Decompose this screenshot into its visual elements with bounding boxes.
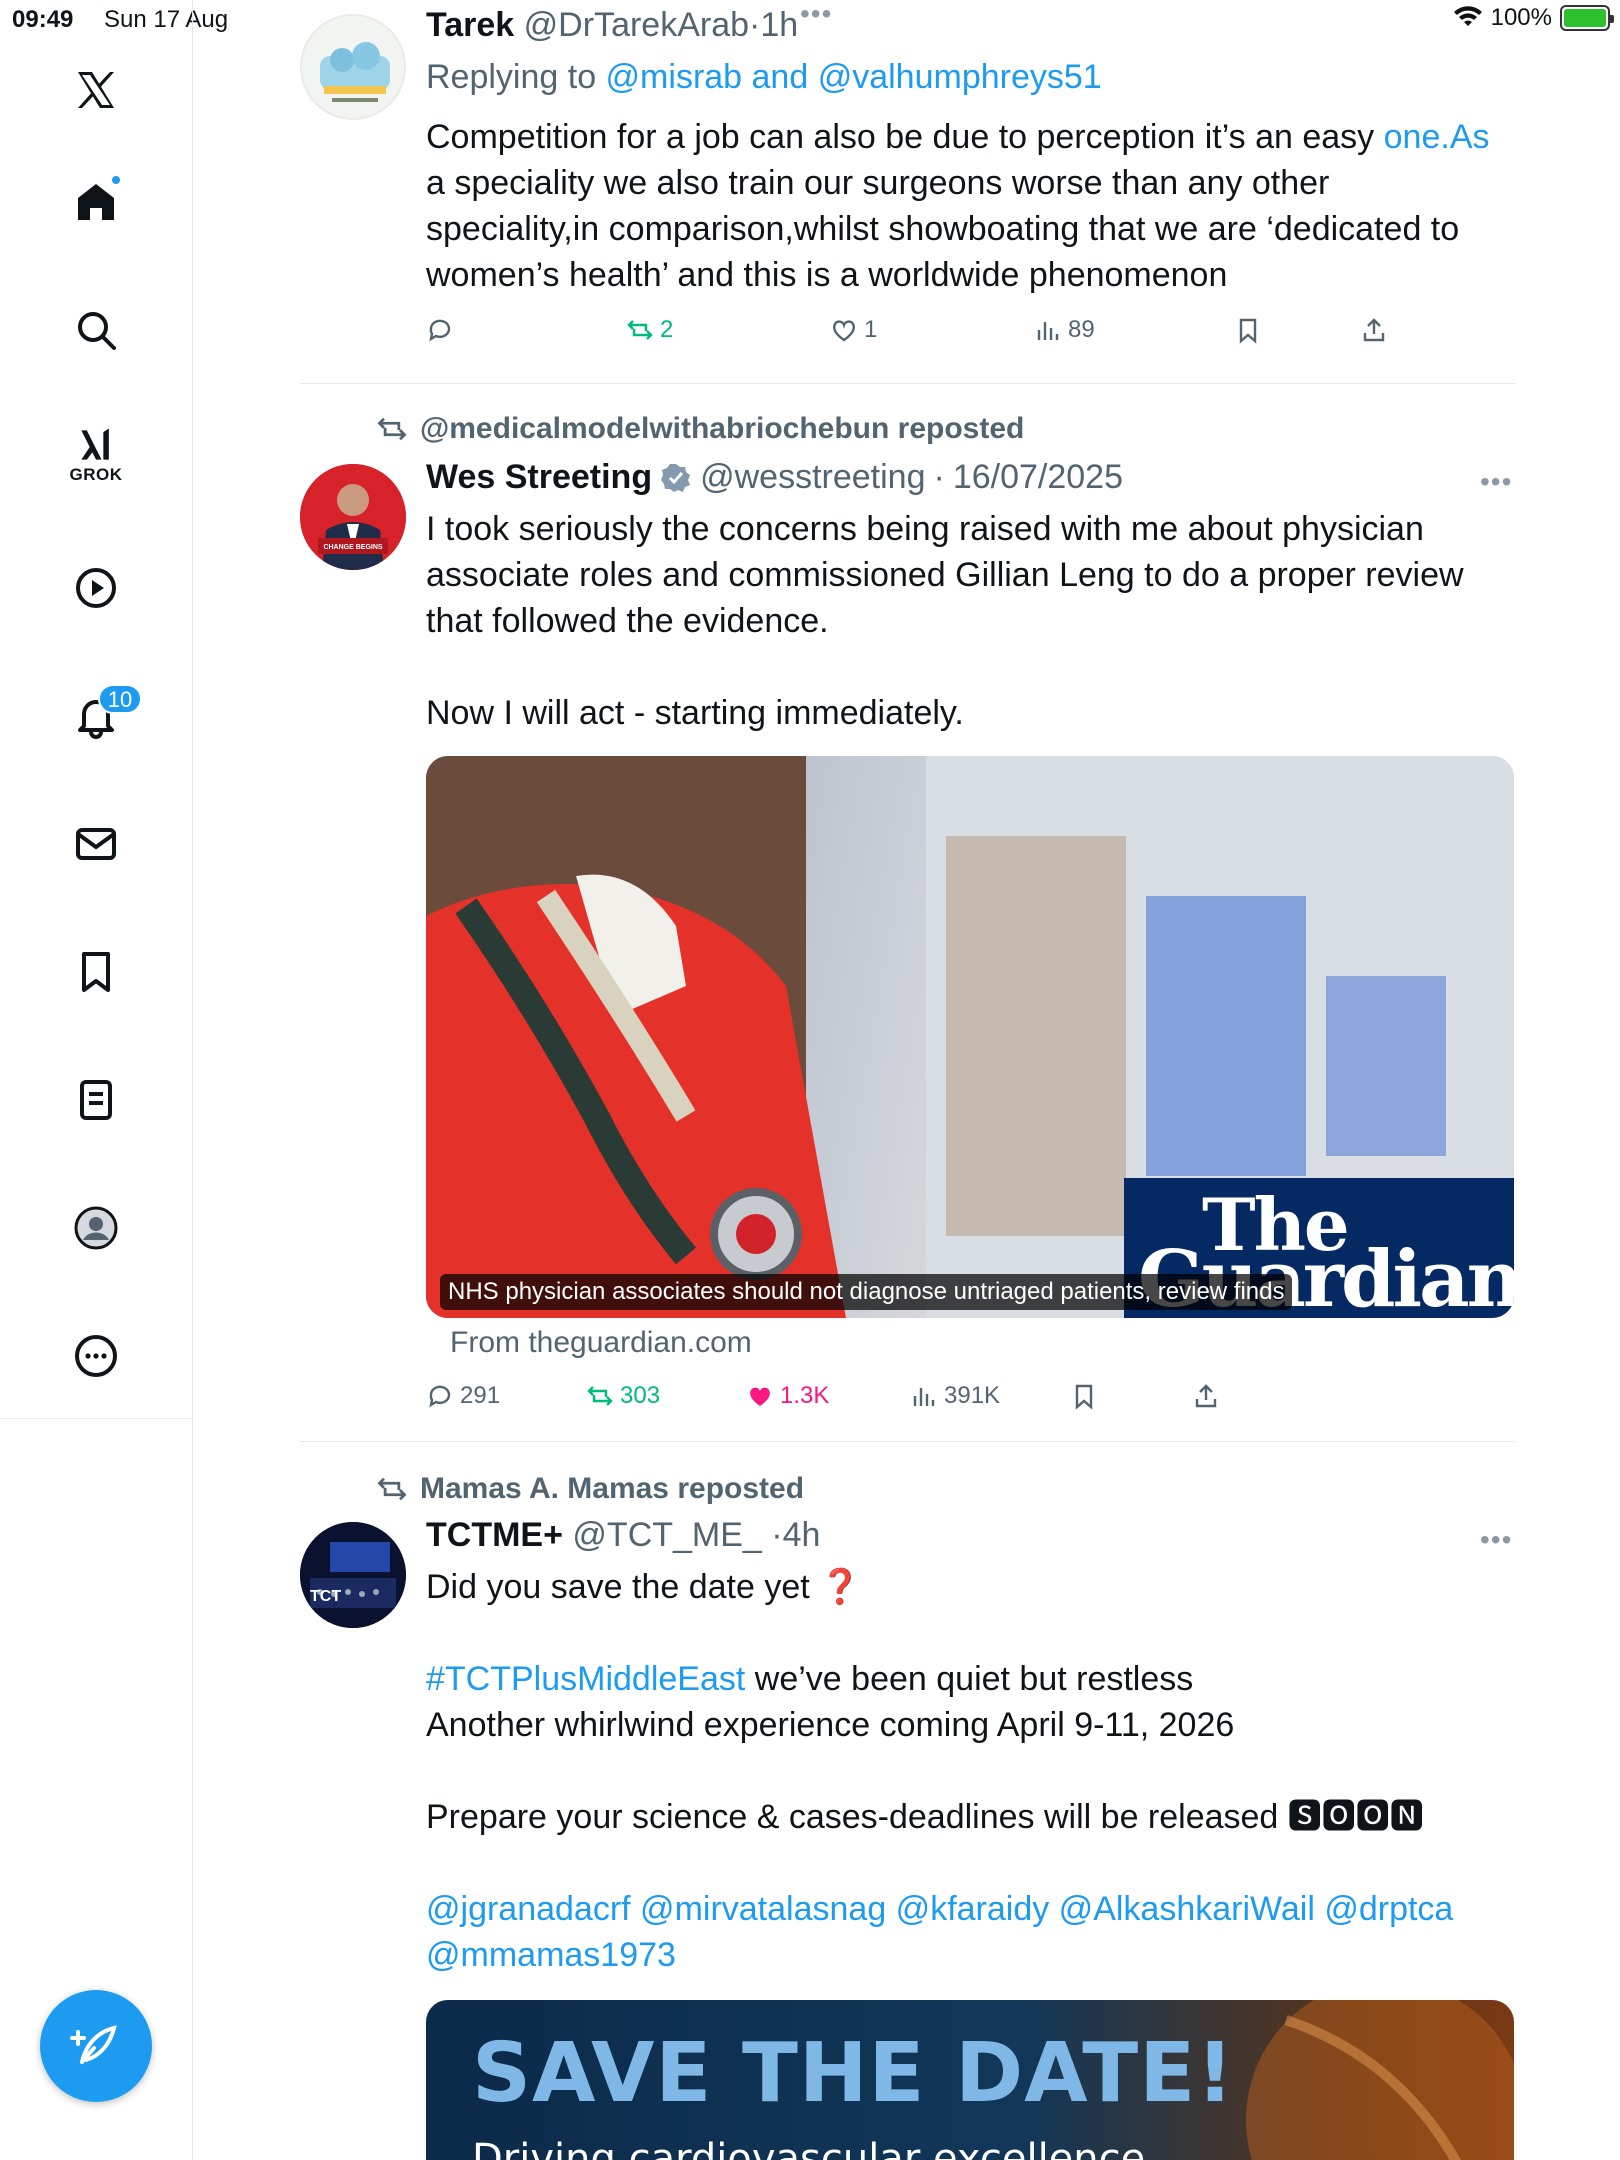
tweet-divider — [300, 383, 1515, 384]
link-card-image[interactable]: The Guardian NHS physician associates sh… — [426, 756, 1514, 1318]
sidebar-divider — [0, 1418, 193, 1419]
tweet-divider — [300, 1441, 1515, 1442]
views-button[interactable]: 89 — [1034, 316, 1095, 344]
tweet-text: Did you save the date yet ❓ #TCTPlusMidd… — [426, 1564, 1506, 1978]
replying-to: Replying to @misrab and @valhumphreys51 — [426, 58, 1102, 96]
bookmarks-icon[interactable] — [56, 932, 136, 1012]
grok-label: GROK — [69, 465, 123, 484]
like-count: 1 — [864, 316, 878, 343]
home-icon[interactable] — [56, 162, 136, 242]
reply-button[interactable] — [426, 316, 454, 344]
grok-icon[interactable]: GROK — [56, 414, 136, 494]
tweet-time[interactable]: 16/07/2025 — [953, 458, 1123, 497]
repost-count: 2 — [660, 316, 674, 343]
lists-icon[interactable] — [56, 1060, 136, 1140]
notifications-badge: 10 — [98, 684, 142, 714]
author-name[interactable]: Tarek — [426, 6, 514, 44]
repost-icon — [377, 1477, 407, 1501]
battery-icon — [1560, 5, 1614, 31]
tweet-avatar[interactable]: TCT — [300, 1522, 406, 1628]
heart-icon — [832, 320, 856, 342]
banner-title: SAVE THE DATE! — [472, 2026, 1235, 2121]
compose-icon — [70, 2025, 117, 2064]
more-icon[interactable] — [56, 1316, 136, 1396]
avatar-text: TCT — [310, 1588, 342, 1605]
share-icon — [1363, 318, 1385, 342]
share-button[interactable] — [1360, 316, 1388, 344]
profile-icon[interactable] — [56, 1188, 136, 1268]
like-button[interactable]: 1 — [830, 316, 877, 344]
views-count: 89 — [1068, 316, 1095, 343]
question-emoji: ❓ — [819, 1568, 862, 1606]
status-right: 100% — [1453, 4, 1614, 32]
search-icon[interactable] — [56, 290, 136, 370]
tweet-more-icon[interactable]: ••• — [800, 0, 832, 30]
link-card-source[interactable]: From theguardian.com — [450, 1326, 752, 1360]
views-count: 391K — [944, 1382, 1001, 1409]
views-button[interactable]: 391K — [910, 1382, 1000, 1410]
repost-button[interactable]: 303 — [586, 1382, 660, 1410]
hashtag-link[interactable]: #TCTPlusMiddleEast — [426, 1660, 745, 1698]
battery-percent: 100% — [1490, 4, 1552, 31]
tweet-time[interactable]: 1h — [760, 6, 798, 44]
bookmark-button[interactable] — [1070, 1382, 1098, 1410]
repost-indicator: Mamas A. Mamas reposted — [376, 1472, 804, 1506]
sidebar: GROK 10 — [0, 0, 193, 2160]
like-count: 1.3K — [780, 1382, 830, 1409]
bookmark-icon — [1075, 1384, 1093, 1410]
svg-text:CHANGE BEGINS: CHANGE BEGINS — [323, 544, 382, 551]
x-logo-icon[interactable] — [56, 50, 136, 130]
mentions-line[interactable]: @jgranadacrf @mirvatalasnag @kfaraidy @A… — [426, 1886, 1506, 1932]
tweet-link[interactable]: one.As — [1384, 118, 1490, 156]
tweet-actions: 291 303 1.3K 391K — [426, 1382, 1506, 1422]
author-name[interactable]: Wes Streeting — [426, 458, 652, 497]
share-button[interactable] — [1192, 1382, 1220, 1410]
tweet-text: I took seriously the concerns being rais… — [426, 510, 1464, 732]
unread-dot — [110, 174, 122, 186]
author-name[interactable]: TCTME+ — [426, 1516, 563, 1554]
wifi-icon — [1453, 6, 1482, 26]
compose-button[interactable] — [40, 1990, 152, 2102]
notifications-icon[interactable]: 10 — [56, 676, 142, 756]
repost-icon — [587, 1386, 613, 1406]
banner-subtitle: Driving cardiovascular excellence — [472, 2136, 1146, 2160]
repost-icon — [627, 320, 653, 340]
messages-icon[interactable] — [56, 804, 136, 884]
reply-icon — [429, 1385, 451, 1408]
event-banner-image[interactable]: SAVE THE DATE! Driving cardiovascular ex… — [426, 2000, 1514, 2160]
tweet-header: Wes Streeting @wesstreeting · 16/07/2025 — [426, 458, 1123, 497]
tweet-text: Competition for a job can also be due to… — [426, 118, 1490, 294]
link-card-title: NHS physician associates should not diag… — [440, 1274, 1293, 1310]
replying-to-link[interactable]: @misrab and @valhumphreys51 — [606, 58, 1102, 96]
views-icon — [913, 1388, 935, 1406]
video-icon[interactable] — [56, 548, 136, 628]
bookmark-icon — [1239, 318, 1257, 344]
repost-icon — [377, 417, 407, 441]
tweet-header: Tarek @DrTarekArab·1h — [426, 6, 799, 44]
views-icon — [1037, 322, 1059, 340]
tweet-actions: 2 1 89 — [426, 316, 1506, 356]
heart-filled-icon — [750, 1387, 770, 1406]
reply-button[interactable]: 291 — [426, 1382, 500, 1410]
verified-badge-icon — [661, 463, 691, 492]
repost-indicator: @medicalmodelwithabriochebun reposted — [376, 412, 1024, 446]
repost-button[interactable]: 2 — [626, 316, 673, 344]
share-icon — [1195, 1384, 1217, 1408]
tweet-header: TCTME+ @TCT_ME_ ·4h — [426, 1516, 821, 1554]
like-button[interactable]: 1.3K — [746, 1382, 829, 1410]
tweet-avatar[interactable]: CHANGE BEGINS — [300, 464, 406, 570]
tweet-avatar[interactable] — [300, 14, 406, 120]
reply-icon — [429, 319, 451, 342]
bookmark-button[interactable] — [1234, 316, 1262, 344]
repost-count: 303 — [620, 1382, 661, 1409]
author-handle[interactable]: @wesstreeting — [700, 458, 925, 497]
author-handle[interactable]: @TCT_ME_ — [572, 1516, 761, 1554]
tweet-more-icon[interactable]: ••• — [1480, 466, 1512, 498]
tweet-time[interactable]: 4h — [783, 1516, 821, 1554]
mentions-line[interactable]: @mmamas1973 — [426, 1932, 1506, 1978]
tweet-more-icon[interactable]: ••• — [1480, 1524, 1512, 1556]
author-handle[interactable]: @DrTarekArab — [524, 6, 749, 44]
reply-count: 291 — [460, 1382, 501, 1409]
